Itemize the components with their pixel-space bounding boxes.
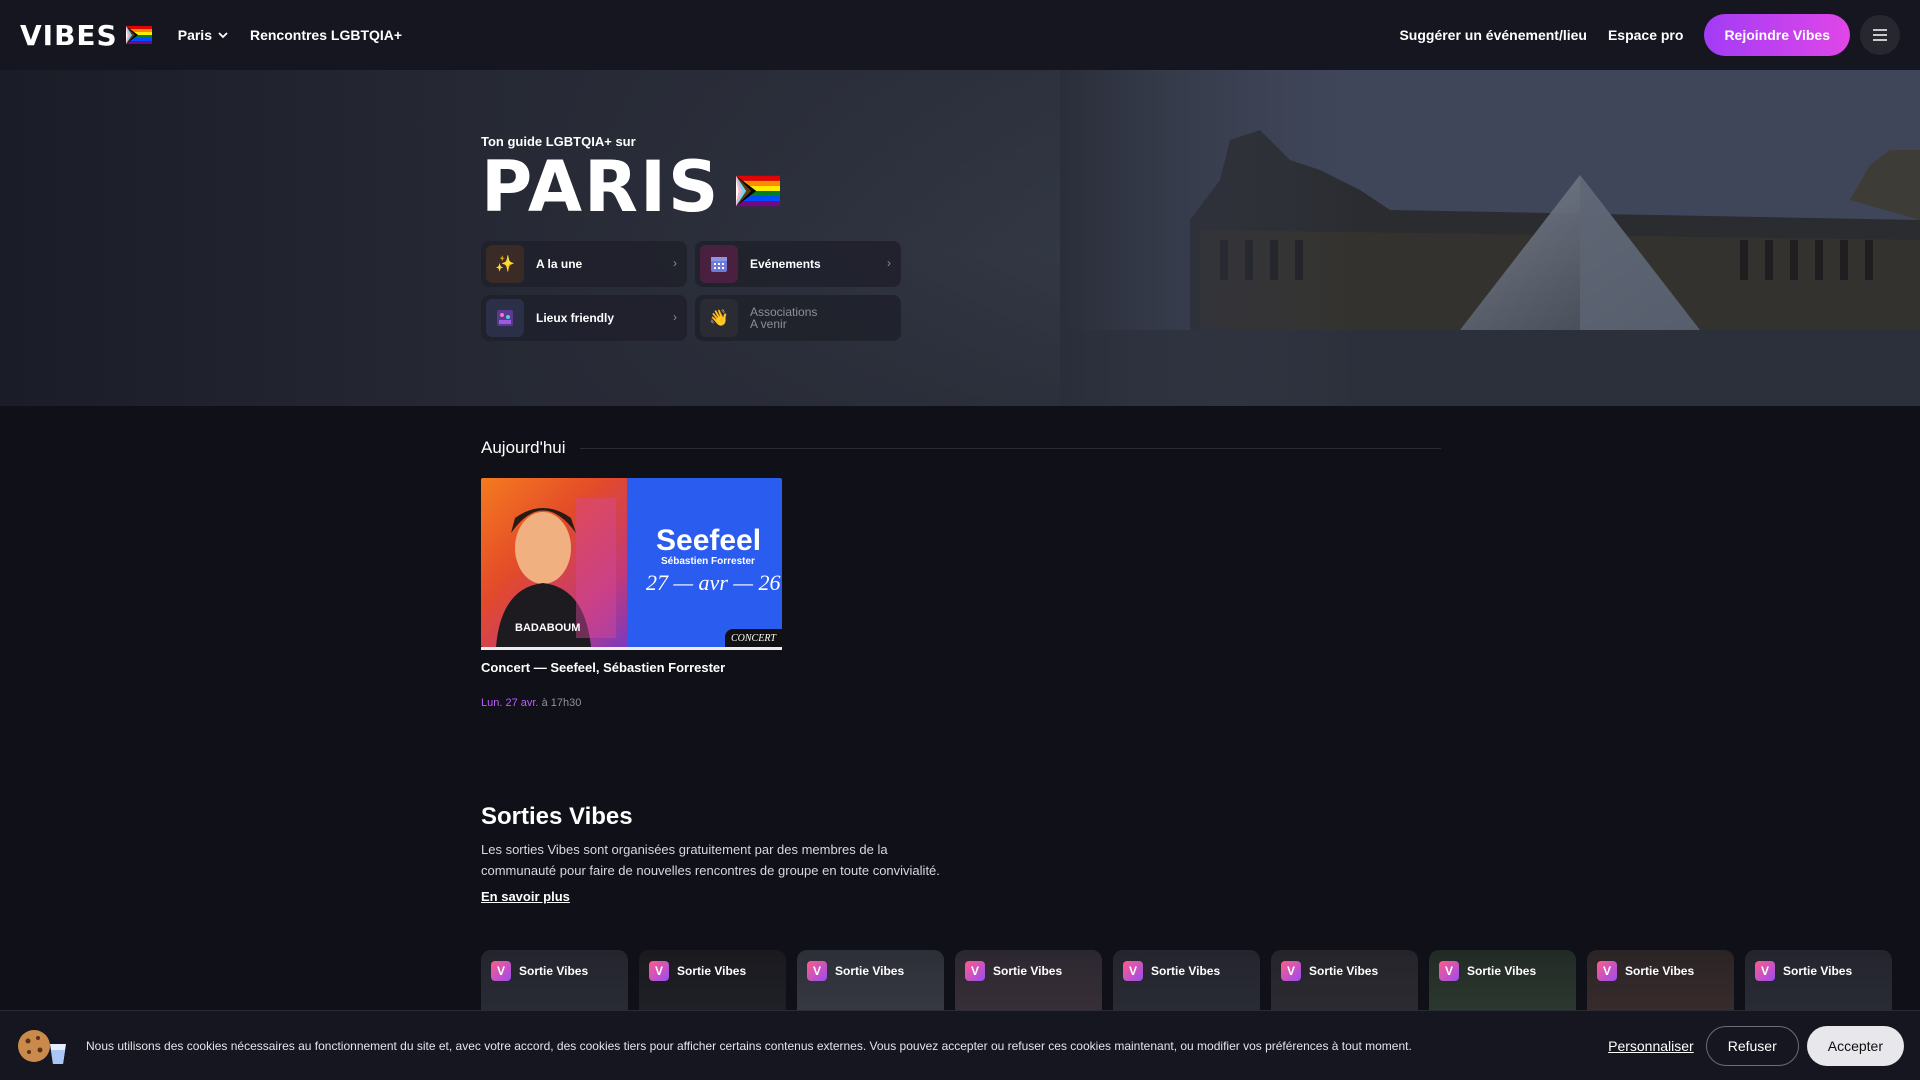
cookie-actions: Personnaliser Refuser Accepter [1608,1025,1904,1066]
cookie-message: Nous utilisons des cookies nécessaires a… [86,1038,1412,1053]
chevron-down-icon [218,32,228,39]
pro-space-link[interactable]: Espace pro [1608,27,1683,43]
city-selector-label: Paris [177,27,212,43]
sortie-label: Sortie Vibes [1625,964,1695,978]
vibes-badge-icon: V [965,961,985,981]
category-associations: 👋 Associations A venir [695,295,901,341]
vibes-badge-icon: V [1597,961,1617,981]
progress-pride-flag-icon [125,26,152,44]
vibes-badge-icon: V [807,961,827,981]
sortie-label: Sortie Vibes [1151,964,1221,978]
louvre-background-image [1060,70,1920,406]
sortie-label: Sortie Vibes [993,964,1063,978]
city-title: PARIS [481,146,721,228]
progress-pride-flag-icon [736,175,781,207]
poster-artist-name: Seefeel [656,524,762,557]
vibes-badge-icon: V [1439,961,1459,981]
sparkles-icon: ✨ [486,245,524,283]
event-poster[interactable]: Seefeel Sébastien Forrester 27 — avr — 2… [481,478,782,647]
event-card[interactable]: Seefeel Sébastien Forrester 27 — avr — 2… [481,478,782,709]
sortie-label: Sortie Vibes [1783,964,1853,978]
chevron-right-icon: › [673,310,677,324]
category-label-group: Associations A venir [750,306,817,330]
sorties-heading: Sorties Vibes [481,803,633,830]
nav-right-group: Suggérer un événement/lieu Espace pro Re… [1399,14,1900,56]
menu-icon [1873,29,1887,41]
wave-hand-icon: 👋 [700,299,738,337]
vibes-badge-icon: V [1281,961,1301,981]
today-section: Aujourd'hui Seefeel Sébastien Forrester … [481,438,1441,709]
cookie-banner: Nous utilisons des cookies nécessaires a… [0,1010,1920,1080]
nav-meetups-link[interactable]: Rencontres LGBTQIA+ [250,27,402,43]
category-label: A la une [536,257,583,271]
sortie-label: Sortie Vibes [835,964,905,978]
city-selector[interactable]: Paris [178,27,228,43]
sorties-description: Les sorties Vibes sont organisées gratui… [481,842,940,878]
today-header: Aujourd'hui [481,438,1441,458]
coming-soon-label: A venir [750,317,787,331]
sortie-label: Sortie Vibes [677,964,747,978]
poster-venue: BADABOUM [515,622,581,634]
calendar-icon [700,245,738,283]
today-heading: Aujourd'hui [481,438,566,457]
event-type-tag: CONCERT [724,629,782,647]
sorties-section: Sorties Vibes Les sorties Vibes sont org… [481,803,951,906]
category-events[interactable]: Evénements › [695,241,901,287]
category-friendly-venues[interactable]: Lieux friendly › [481,295,687,341]
hero-content: Ton guide LGBTQIA+ sur PARIS ✨ A la une [481,134,901,341]
vibes-badge-icon: V [491,961,511,981]
venue-icon [486,299,524,337]
sortie-label: Sortie Vibes [519,964,589,978]
cookie-icon [18,1029,66,1064]
learn-more-link[interactable]: En savoir plus [481,889,570,904]
category-featured[interactable]: ✨ A la une › [481,241,687,287]
customize-cookies-link[interactable]: Personnaliser [1608,1038,1694,1054]
hero-category-grid: ✨ A la une › Evénements › Lieux friendly… [481,241,901,341]
chevron-right-icon: › [887,256,891,270]
event-divider [481,647,782,650]
suggest-event-link[interactable]: Suggérer un événement/lieu [1399,27,1587,43]
join-vibes-button[interactable]: Rejoindre Vibes [1704,14,1850,56]
accept-cookies-button[interactable]: Accepter [1806,1025,1904,1066]
divider [579,447,1441,449]
vibes-logo[interactable]: VIBES [20,19,118,52]
refuse-cookies-button[interactable]: Refuser [1705,1025,1799,1066]
event-datetime: Lun. 27 avr. à 17h30 [481,697,782,709]
event-day: Lun. 27 avr. [481,697,539,709]
event-title[interactable]: Concert — Seefeel, Sébastien Forrester [481,660,782,675]
event-time: à 17h30 [541,697,582,709]
chevron-right-icon: › [673,256,677,270]
poster-support-act: Sébastien Forrester [661,556,755,567]
vibes-badge-icon: V [649,961,669,981]
vibes-badge-icon: V [1755,961,1775,981]
sortie-label: Sortie Vibes [1309,964,1379,978]
sortie-label: Sortie Vibes [1467,964,1537,978]
category-label: Evénements [750,257,821,271]
top-navigation: VIBES Paris Rencontres LGBTQIA+ Suggérer… [0,0,1920,70]
hamburger-menu-button[interactable] [1860,15,1900,55]
poster-date: 27 — avr — 26 [646,570,781,595]
hero-banner: Ton guide LGBTQIA+ sur PARIS ✨ A la une [0,70,1920,406]
hero-title-row: PARIS [481,146,901,228]
category-label: Lieux friendly [536,311,615,325]
vibes-badge-icon: V [1123,961,1143,981]
